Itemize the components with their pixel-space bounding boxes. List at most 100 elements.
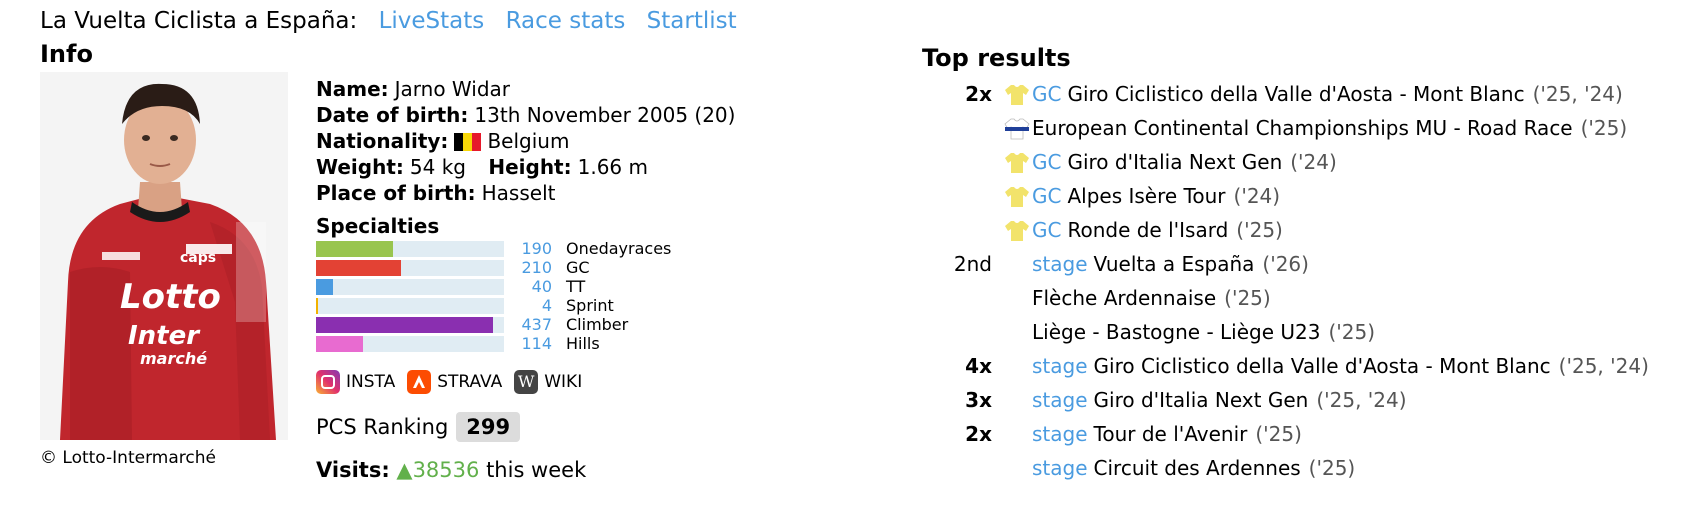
specialty-value: 40 — [531, 277, 552, 296]
specialty-bar — [316, 298, 504, 314]
svg-text:Lotto: Lotto — [120, 277, 221, 317]
result-row: European Continental Championships MU - … — [922, 112, 1662, 146]
svg-text:Inter: Inter — [128, 321, 201, 351]
result-type-link[interactable]: GC — [1032, 184, 1061, 208]
result-type-link[interactable]: GC — [1032, 218, 1061, 242]
dob-value: 13th November 2005 (20) — [474, 103, 736, 127]
height-label: Height: — [488, 155, 572, 179]
result-race-link[interactable]: Circuit des Ardennes — [1094, 456, 1301, 480]
physique-row: Weight: 54 kg Height: 1.66 m — [316, 154, 735, 180]
result-race-link[interactable]: European Continental Championships MU - … — [1032, 116, 1573, 140]
rider-info: Name: Jarno Widar Date of birth: 13th Nove… — [316, 76, 735, 206]
result-race-link[interactable]: Tour de l'Avenir — [1094, 422, 1248, 446]
wiki-link[interactable]: W WIKI — [514, 370, 582, 394]
result-years: ('25, '24) — [1316, 388, 1407, 412]
result-type-link[interactable]: GC — [1032, 82, 1061, 106]
strava-icon — [407, 370, 432, 394]
specialty-value: 4 — [541, 296, 552, 315]
result-race-link[interactable]: Ronde de l'Isard — [1067, 218, 1228, 242]
pcs-ranking-badge[interactable]: 299 — [456, 412, 521, 442]
result-race-link[interactable]: Giro d'Italia Next Gen — [1067, 150, 1282, 174]
result-years: ('25) — [1580, 116, 1628, 140]
belgium-flag-icon — [454, 131, 482, 151]
info-heading: Info — [40, 40, 93, 68]
visits-arrow-icon: ▲ — [396, 458, 413, 482]
result-years: ('24) — [1233, 184, 1281, 208]
pob-link[interactable]: Hasselt — [482, 181, 556, 205]
startlist-link[interactable]: Startlist — [647, 8, 737, 34]
result-row: GC Ronde de l'Isard ('25) — [922, 214, 1662, 248]
weight-value: 54 kg — [409, 155, 466, 179]
specialty-bar-fill — [316, 279, 333, 295]
result-race-link[interactable]: Flèche Ardennaise — [1032, 286, 1216, 310]
livestats-link[interactable]: LiveStats — [379, 8, 485, 34]
dob-label: Date of birth: — [316, 103, 469, 127]
specialty-bar-fill — [316, 241, 394, 257]
result-row: 2nd stage Vuelta a España ('26) — [922, 248, 1662, 282]
yellow-jersey-icon — [1005, 221, 1029, 241]
pob-label: Place of birth: — [316, 181, 476, 205]
result-count: 2nd — [953, 252, 992, 276]
specialty-bar — [316, 336, 504, 352]
result-race-link[interactable]: Alpes Isère Tour — [1067, 184, 1225, 208]
result-type-link[interactable]: stage — [1032, 388, 1088, 412]
result-type-link[interactable]: stage — [1032, 422, 1088, 446]
result-count: 2x — [965, 422, 992, 446]
specialty-bar — [316, 241, 504, 257]
yellow-jersey-icon — [1005, 85, 1029, 105]
result-type-link[interactable]: stage — [1032, 456, 1088, 480]
photo-credit: © Lotto-Intermarché — [40, 448, 216, 468]
result-years: ('24) — [1290, 150, 1337, 174]
nationality-link[interactable]: Belgium — [487, 129, 569, 153]
result-type-link[interactable]: GC — [1032, 150, 1061, 174]
specialty-label: GC — [566, 258, 590, 277]
wiki-label: WIKI — [544, 372, 583, 392]
result-type-link[interactable]: stage — [1032, 354, 1088, 378]
insta-link[interactable]: INSTA — [316, 370, 395, 394]
result-row: stage Circuit des Ardennes ('25) — [922, 452, 1662, 486]
specialty-bar-fill — [316, 317, 493, 333]
result-row: 2x GC Giro Ciclistico della Valle d'Aosta … — [922, 78, 1662, 112]
specialty-value: 114 — [521, 334, 552, 353]
result-race-link[interactable]: Giro Ciclistico della Valle d'Aosta - Mo… — [1094, 354, 1551, 378]
race-header: La Vuelta Ciclista a España: LiveStats R… — [40, 8, 737, 34]
specialty-bar-fill — [316, 260, 401, 276]
result-row: 3x stage Giro d'Italia Next Gen ('25, '24) — [922, 384, 1662, 418]
result-race-link[interactable]: Liège - Bastogne - Liège U23 — [1032, 320, 1320, 344]
specialty-value: 190 — [521, 239, 552, 258]
specialty-value: 437 — [521, 315, 552, 334]
specialty-bar — [316, 260, 504, 276]
specialty-label: Sprint — [566, 296, 614, 315]
weight-label: Weight: — [316, 155, 404, 179]
result-years: ('25, '24) — [1532, 82, 1623, 106]
result-row: 2x stage Tour de l'Avenir ('25) — [922, 418, 1662, 452]
yellow-jersey-icon — [1005, 153, 1029, 173]
pcs-ranking: PCS Ranking 299 — [316, 412, 521, 442]
result-count: 2x — [965, 82, 992, 106]
nationality-label: Nationality: — [316, 129, 449, 153]
race-stats-link[interactable]: Race stats — [506, 8, 626, 34]
visits-label: Visits: — [316, 458, 390, 482]
result-type-link[interactable]: stage — [1032, 252, 1088, 276]
result-years: ('25) — [1328, 320, 1376, 344]
dob-row: Date of birth: 13th November 2005 (20) — [316, 102, 735, 128]
result-race-link[interactable]: Vuelta a España — [1094, 252, 1255, 276]
result-race-link[interactable]: Giro Ciclistico della Valle d'Aosta - Mo… — [1067, 82, 1524, 106]
height-value: 1.66 m — [577, 155, 648, 179]
result-years: ('25) — [1236, 218, 1283, 242]
name-row: Name: Jarno Widar — [316, 76, 735, 102]
specialty-bar — [316, 279, 504, 295]
social-links: INSTA STRAVA W WIKI — [316, 370, 594, 394]
specialties-heading: Specialties — [316, 214, 440, 238]
strava-link[interactable]: STRAVA — [407, 370, 502, 394]
top-results-list: 2x GC Giro Ciclistico della Valle d'Aosta … — [922, 78, 1662, 486]
visits-count: 38536 — [412, 458, 480, 482]
result-row: Liège - Bastogne - Liège U23 ('25) — [922, 316, 1662, 350]
wikipedia-icon: W — [514, 370, 539, 394]
result-years: ('25) — [1224, 286, 1271, 310]
result-row: GC Giro d'Italia Next Gen ('24) — [922, 146, 1662, 180]
specialty-bar-fill — [316, 336, 363, 352]
insta-label: INSTA — [346, 372, 396, 392]
result-years: ('25) — [1308, 456, 1356, 480]
result-race-link[interactable]: Giro d'Italia Next Gen — [1094, 388, 1309, 412]
